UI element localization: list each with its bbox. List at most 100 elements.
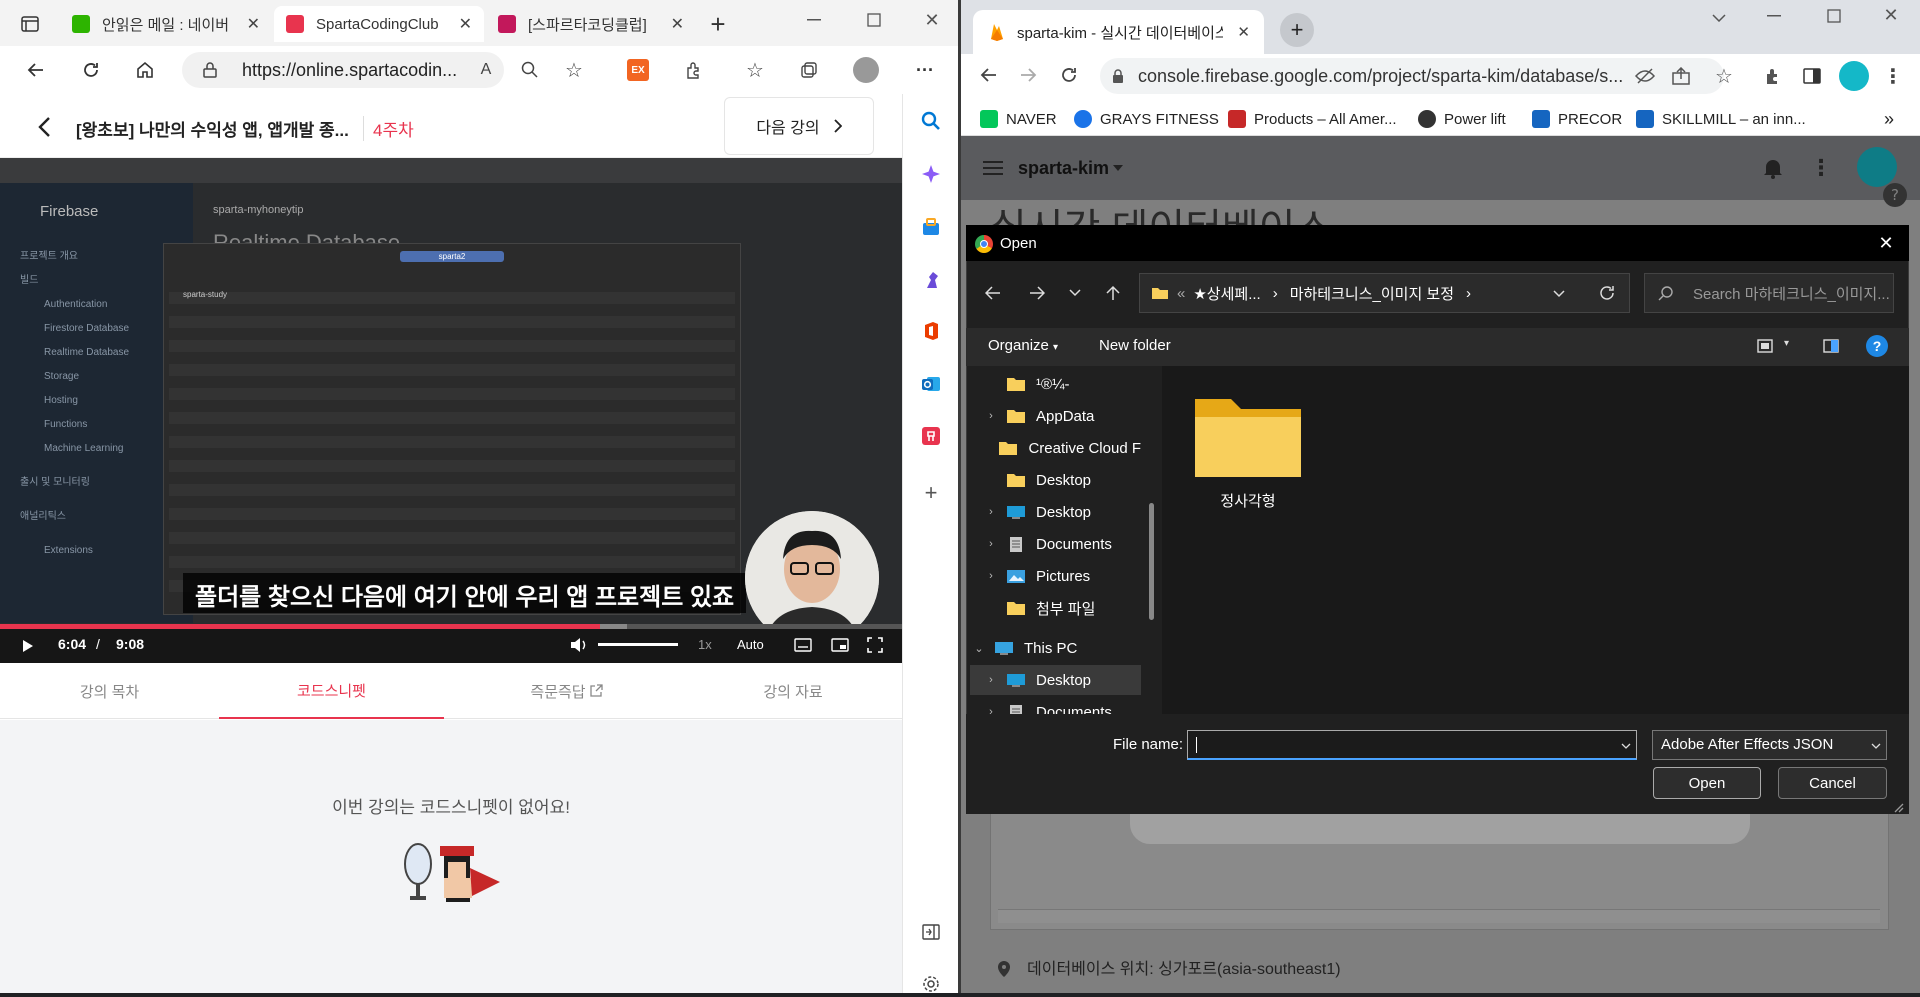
expand-chevron-icon[interactable]: ›	[982, 674, 1000, 686]
address-bar[interactable]: console.firebase.google.com/project/spar…	[1100, 58, 1724, 94]
bookmark-star-icon[interactable]: ☆	[1712, 64, 1736, 88]
new-folder-button[interactable]: New folder	[1099, 337, 1171, 354]
maximize-icon[interactable]	[860, 8, 888, 32]
open-button[interactable]: Open	[1653, 767, 1761, 799]
extension-ex-icon[interactable]: EX	[627, 59, 649, 81]
bookmark-naver[interactable]: NAVER	[980, 106, 1057, 132]
dialog-refresh-icon[interactable]	[1594, 281, 1620, 305]
nav-item[interactable]: › AppData	[970, 401, 1141, 431]
dialog-forward-icon[interactable]	[1024, 281, 1050, 305]
collections-icon[interactable]	[797, 58, 821, 82]
games-chess-icon[interactable]	[918, 267, 944, 293]
bookmark-skillmill[interactable]: SKILLMILL – an inn...	[1636, 106, 1806, 132]
close-tab-icon[interactable]: ✕	[459, 14, 472, 34]
tab-naver-mail[interactable]: 안읽은 메일 : 네이버 ✕	[60, 6, 272, 42]
settings-gear-icon[interactable]	[918, 971, 944, 997]
address-dropdown-icon[interactable]	[1548, 283, 1570, 305]
file-type-select[interactable]: Adobe After Effects JSON	[1652, 730, 1887, 760]
preview-pane-icon[interactable]	[1820, 335, 1842, 357]
pip-icon[interactable]	[829, 635, 851, 655]
nav-item[interactable]: ⌄ This PC	[970, 633, 1141, 663]
up-folder-icon[interactable]	[1100, 281, 1126, 305]
more-menu-icon[interactable]: ···	[912, 58, 938, 82]
new-tab-button[interactable]: +	[1280, 13, 1314, 47]
shopping-bag-icon[interactable]	[918, 214, 944, 240]
project-name[interactable]: sparta-kim	[1018, 158, 1109, 179]
volume-slider[interactable]	[598, 643, 678, 646]
expand-chevron-icon[interactable]: ›	[982, 570, 1000, 582]
tab-sparta-class[interactable]: [스파르타코딩클럽] ✕	[486, 6, 696, 42]
captions-icon[interactable]	[792, 635, 814, 655]
outlook-icon[interactable]	[918, 371, 944, 397]
copilot-sparkle-icon[interactable]	[918, 161, 944, 187]
tab-actions-icon[interactable]	[18, 12, 42, 36]
expand-chevron-icon[interactable]: ›	[982, 538, 1000, 550]
close-window-icon[interactable]: ✕	[1876, 2, 1906, 28]
add-favorite-icon[interactable]: ☆	[562, 58, 586, 82]
nav-item[interactable]: Creative Cloud F	[970, 433, 1141, 463]
nav-item[interactable]: › Documents	[970, 529, 1141, 559]
view-dropdown-icon[interactable]: ▾	[1784, 338, 1789, 349]
file-name-input[interactable]	[1187, 730, 1637, 760]
breadcrumb-item[interactable]: ★상세페...	[1193, 283, 1260, 304]
tab-firebase-console[interactable]: sparta-kim - 실시간 데이터베이스 ✕	[973, 10, 1264, 54]
close-tab-icon[interactable]: ✕	[671, 14, 684, 34]
organize-menu[interactable]: Organize ▾	[988, 337, 1058, 354]
cancel-button[interactable]: Cancel	[1778, 767, 1887, 799]
bookmark-grays-fitness[interactable]: GRAYS FITNESS	[1074, 106, 1219, 132]
back-arrow-icon[interactable]	[32, 114, 56, 140]
bookmark-products[interactable]: Products – All Amer...	[1228, 106, 1397, 132]
add-sidebar-app-icon[interactable]: +	[918, 480, 944, 506]
back-icon[interactable]	[22, 56, 50, 84]
dialog-search-input[interactable]: Search 마하테크니스_이미지...	[1644, 273, 1894, 313]
read-aloud-icon[interactable]: A	[474, 58, 498, 82]
next-lecture-button[interactable]: 다음 강의	[724, 97, 874, 155]
chrome-menu-icon[interactable]: ⋮	[1882, 62, 1904, 90]
file-item[interactable]: 정사각형	[1192, 391, 1304, 511]
forward-icon[interactable]	[1015, 62, 1041, 88]
tab-code-snippet[interactable]: 코드스니펫	[219, 663, 444, 719]
extensions-icon[interactable]	[682, 58, 706, 82]
dialog-close-icon[interactable]: ✕	[1872, 229, 1900, 257]
sparta-app-icon[interactable]	[918, 423, 944, 449]
refresh-icon[interactable]	[1056, 62, 1082, 88]
hide-sidebar-icon[interactable]	[918, 919, 944, 945]
favorites-icon[interactable]: ☆	[743, 58, 767, 82]
minimize-icon[interactable]	[1760, 4, 1788, 28]
nav-item[interactable]: › Desktop	[970, 497, 1141, 527]
recent-locations-icon[interactable]	[1064, 281, 1086, 305]
address-bar[interactable]: https://online.spartacodin...	[182, 52, 504, 88]
breadcrumb-item[interactable]: 마하테크니스_이미지 보정	[1290, 283, 1454, 304]
quality-setting[interactable]: Auto	[737, 637, 764, 652]
minimize-icon[interactable]	[800, 8, 828, 32]
side-panel-icon[interactable]	[1800, 64, 1824, 88]
fullscreen-icon[interactable]	[864, 635, 886, 655]
expand-chevron-icon[interactable]: ›	[982, 410, 1000, 422]
menu-icon[interactable]	[980, 156, 1006, 180]
bookmark-precor[interactable]: PRECOR	[1532, 106, 1622, 132]
lock-icon[interactable]	[200, 60, 220, 80]
resize-grip-icon[interactable]	[1892, 800, 1904, 813]
file-type-dropdown-icon[interactable]	[1868, 738, 1884, 754]
dialog-back-icon[interactable]	[980, 281, 1006, 305]
chevron-down-icon[interactable]	[1110, 160, 1126, 176]
close-window-icon[interactable]: ✕	[918, 8, 946, 32]
tab-spartacodingclub[interactable]: SpartaCodingClub ✕	[274, 6, 484, 42]
expand-chevron-icon[interactable]: ›	[982, 506, 1000, 518]
zoom-icon[interactable]	[518, 58, 542, 82]
more-options-icon[interactable]: ⋮	[1810, 154, 1832, 182]
close-tab-icon[interactable]: ✕	[1237, 23, 1250, 41]
eye-slash-icon[interactable]	[1633, 64, 1657, 88]
nav-item[interactable]: › Pictures	[970, 561, 1141, 591]
tab-lecture-list[interactable]: 강의 목차	[0, 663, 219, 719]
nav-item[interactable]: Desktop	[970, 465, 1141, 495]
close-tab-icon[interactable]: ✕	[247, 14, 260, 34]
help-icon[interactable]: ?	[1880, 180, 1910, 210]
share-icon[interactable]	[1669, 64, 1693, 88]
notifications-bell-icon[interactable]	[1760, 154, 1786, 182]
view-options-icon[interactable]	[1754, 335, 1776, 357]
play-icon[interactable]	[18, 635, 38, 657]
home-icon[interactable]	[131, 56, 159, 84]
bookmark-power-lift[interactable]: Power lift	[1418, 106, 1506, 132]
nav-item[interactable]: ¹®¼-	[970, 369, 1141, 399]
